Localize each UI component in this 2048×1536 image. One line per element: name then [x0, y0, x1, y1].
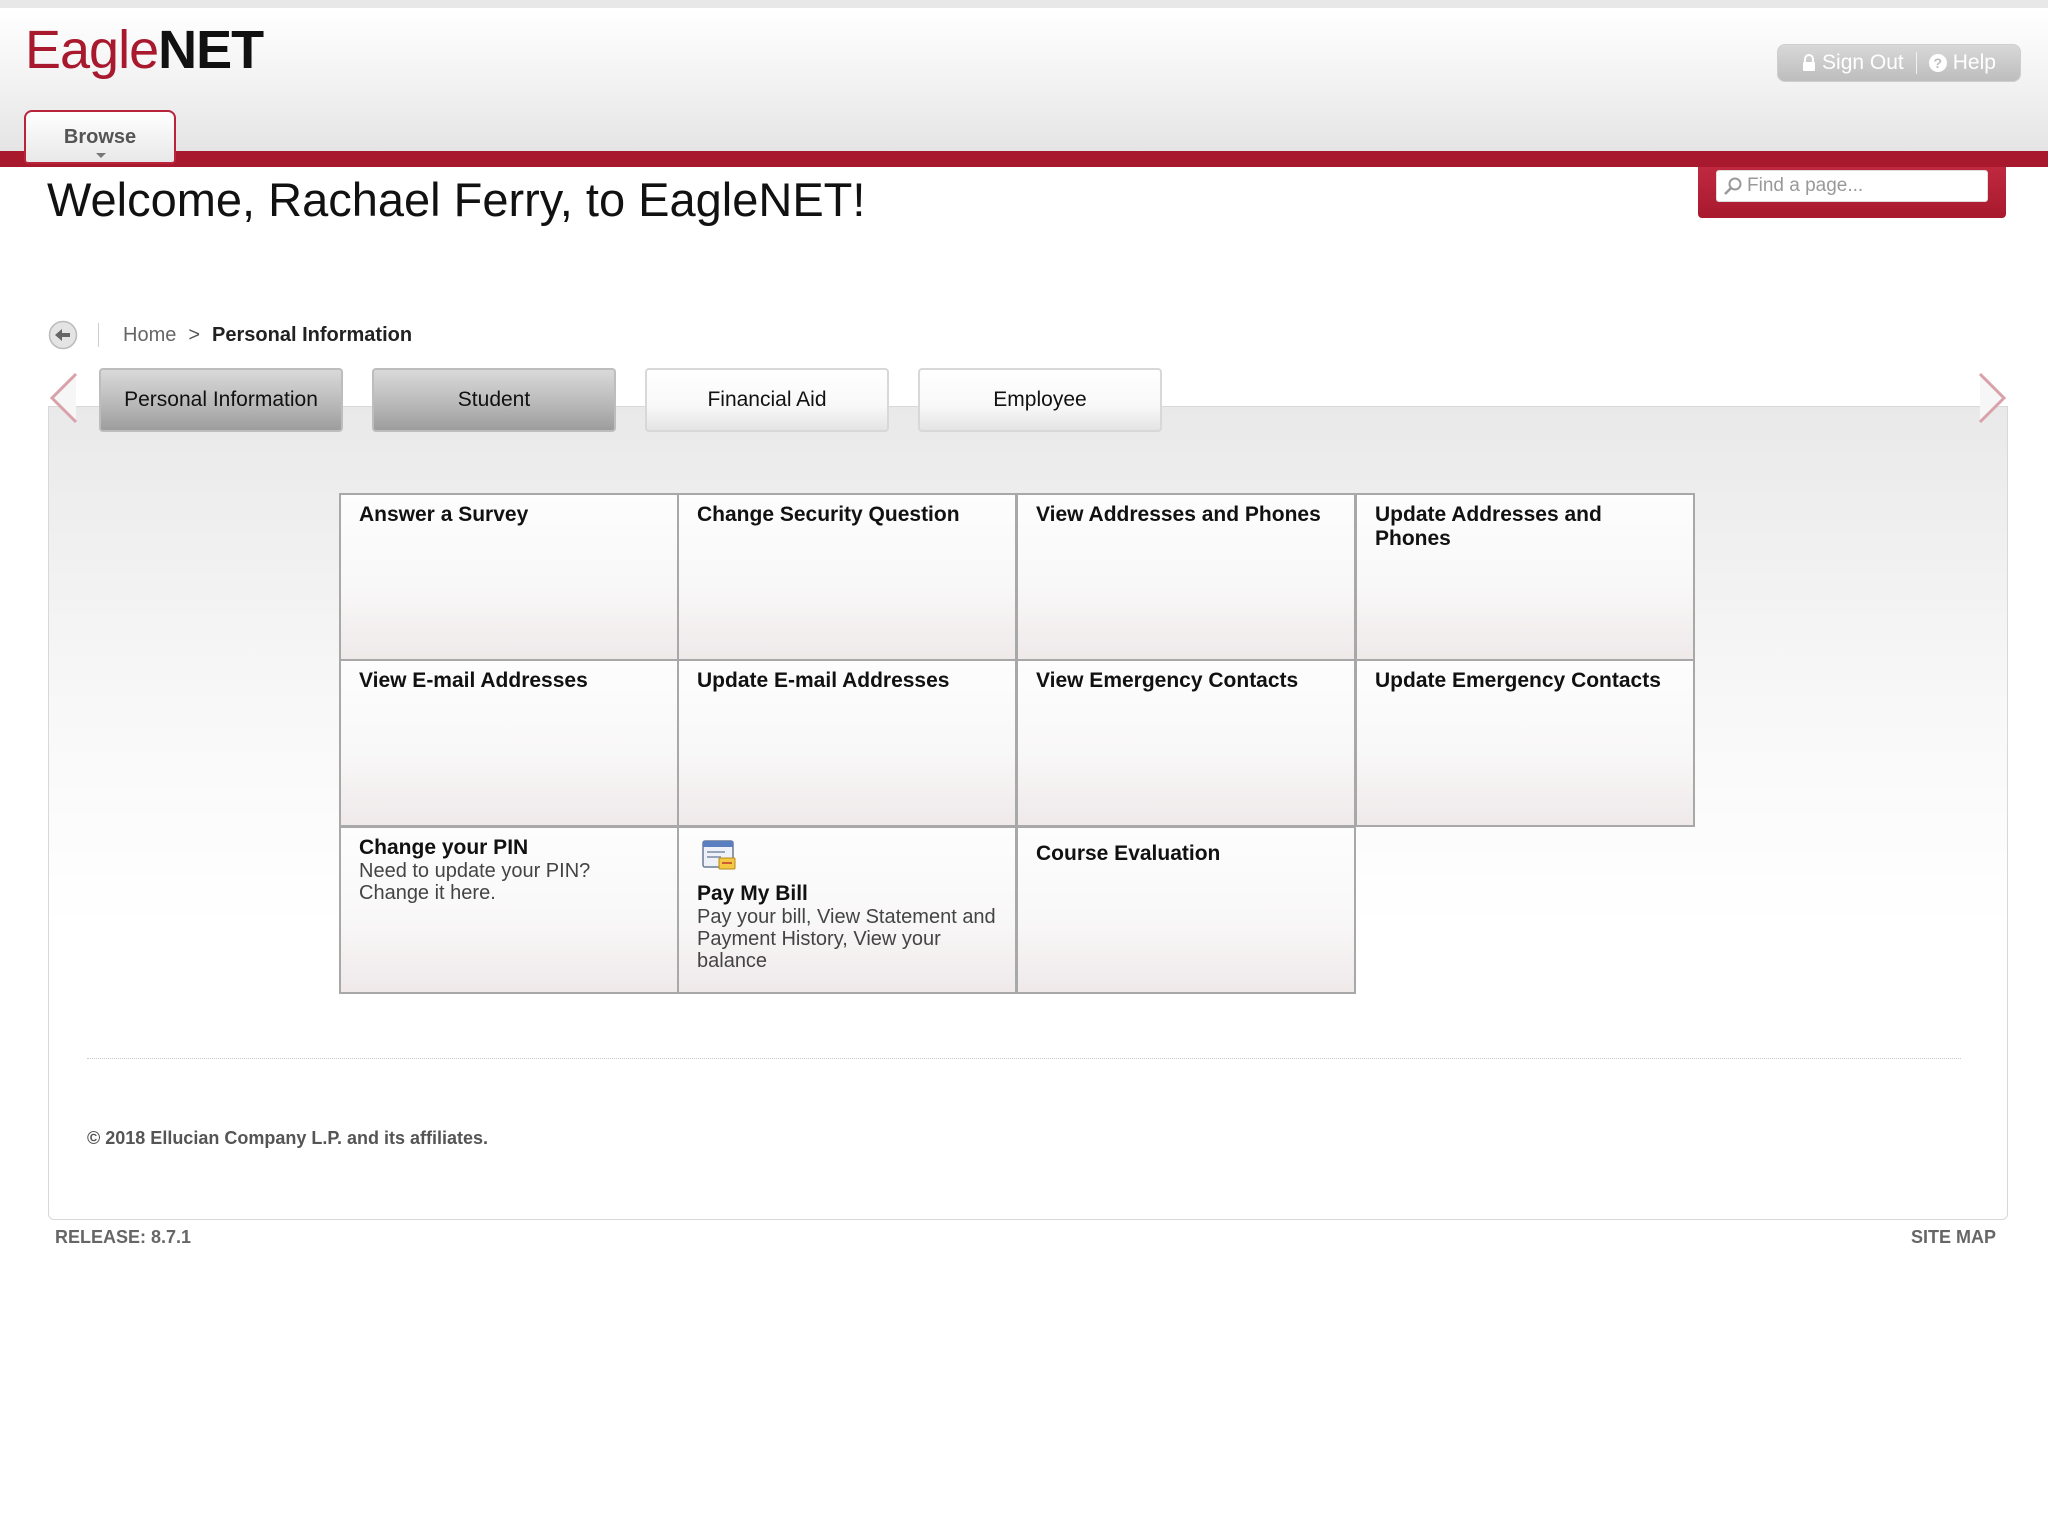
tab-label: Student [457, 388, 531, 411]
card-title: Pay My Bill [697, 882, 808, 905]
help-link[interactable]: ? Help [1928, 51, 1996, 75]
sign-out-label: Sign Out [1822, 51, 1904, 74]
scroll-left-arrow-icon[interactable] [48, 370, 80, 426]
card-update-addresses-phones[interactable]: Update Addresses and Phones [1355, 493, 1695, 661]
tab-label: Employee [993, 388, 1087, 411]
card-pay-my-bill[interactable]: Pay My Bill Pay your bill, View Statemen… [677, 826, 1017, 994]
card-answer-survey[interactable]: Answer a Survey [339, 493, 679, 661]
card-title: View Addresses and Phones [1036, 503, 1321, 526]
find-page-placeholder: Find a page... [1747, 175, 1864, 196]
tab-financial-aid[interactable]: Financial Aid [645, 368, 889, 432]
card-description: Need to update your PIN? Change it here. [359, 860, 591, 904]
welcome-heading: Welcome, Rachael Ferry, to EagleNET! [47, 173, 866, 226]
browse-label: Browse [63, 126, 137, 148]
browse-button[interactable]: Browse [24, 110, 176, 164]
card-title: Course Evaluation [1036, 842, 1221, 865]
breadcrumb-home[interactable]: Home [123, 324, 176, 347]
card-title: Change your PIN [359, 836, 529, 859]
tab-student[interactable]: Student [372, 368, 616, 432]
logo-text-eagle: Eagle [25, 20, 159, 80]
card-title: Answer a Survey [359, 503, 529, 526]
breadcrumb-current: Personal Information [212, 323, 413, 346]
breadcrumb-divider [98, 323, 99, 347]
app-header: EagleNET Sign Out ? Help [0, 0, 2048, 154]
eaglenet-logo[interactable]: EagleNET [25, 20, 264, 80]
card-view-emergency-contacts[interactable]: View Emergency Contacts [1016, 659, 1356, 827]
find-page-container: Find a page... [1698, 164, 2006, 218]
card-description: Pay your bill, View Statement and Paymen… [697, 906, 996, 972]
menu-grid: Answer a Survey Change Security Question… [339, 493, 1695, 995]
card-title: Update Emergency Contacts [1375, 669, 1661, 692]
link-separator [1915, 52, 1917, 74]
lock-icon [1803, 54, 1816, 71]
tab-label: Personal Information [124, 388, 318, 411]
sign-out-link[interactable]: Sign Out [1802, 51, 1904, 75]
card-view-addresses-phones[interactable]: View Addresses and Phones [1016, 493, 1356, 661]
back-arrow-icon[interactable] [48, 320, 78, 350]
card-update-emergency-contacts[interactable]: Update Emergency Contacts [1355, 659, 1695, 827]
find-page-input[interactable]: Find a page... [1716, 170, 1988, 202]
card-view-email-addresses[interactable]: View E-mail Addresses [339, 659, 679, 827]
card-change-security-question[interactable]: Change Security Question [677, 493, 1017, 661]
card-title: View Emergency Contacts [1036, 669, 1299, 692]
card-course-evaluation[interactable]: Course Evaluation [1016, 826, 1356, 994]
breadcrumb-separator: > [188, 323, 201, 346]
card-change-pin[interactable]: Change your PIN Need to update your PIN?… [339, 826, 679, 994]
account-links: Sign Out ? Help [1777, 44, 2021, 82]
search-icon [1724, 177, 1742, 195]
card-title: Update Addresses and Phones [1375, 503, 1602, 550]
site-map-link[interactable]: SITE MAP [1911, 1227, 1996, 1248]
bill-icon [702, 840, 736, 870]
help-label: Help [1952, 51, 1996, 74]
logo-text-net: NET [158, 20, 264, 80]
card-update-email-addresses[interactable]: Update E-mail Addresses [677, 659, 1017, 827]
release-version: RELEASE: 8.7.1 [55, 1227, 192, 1247]
card-title: Update E-mail Addresses [697, 669, 950, 692]
copyright-text: © 2018 Ellucian Company L.P. and its aff… [87, 1128, 489, 1148]
chevron-down-icon [96, 153, 106, 158]
scroll-right-arrow-icon[interactable] [1976, 370, 2008, 426]
tab-personal-information[interactable]: Personal Information [99, 368, 343, 432]
brand-bar [0, 151, 2048, 167]
breadcrumb: Home > Personal Information [48, 320, 412, 350]
tab-label: Financial Aid [707, 388, 827, 411]
tab-employee[interactable]: Employee [918, 368, 1162, 432]
card-title: View E-mail Addresses [359, 669, 588, 692]
footer-divider [87, 1058, 1961, 1059]
help-icon: ? [1928, 54, 1947, 72]
card-title: Change Security Question [697, 503, 960, 526]
